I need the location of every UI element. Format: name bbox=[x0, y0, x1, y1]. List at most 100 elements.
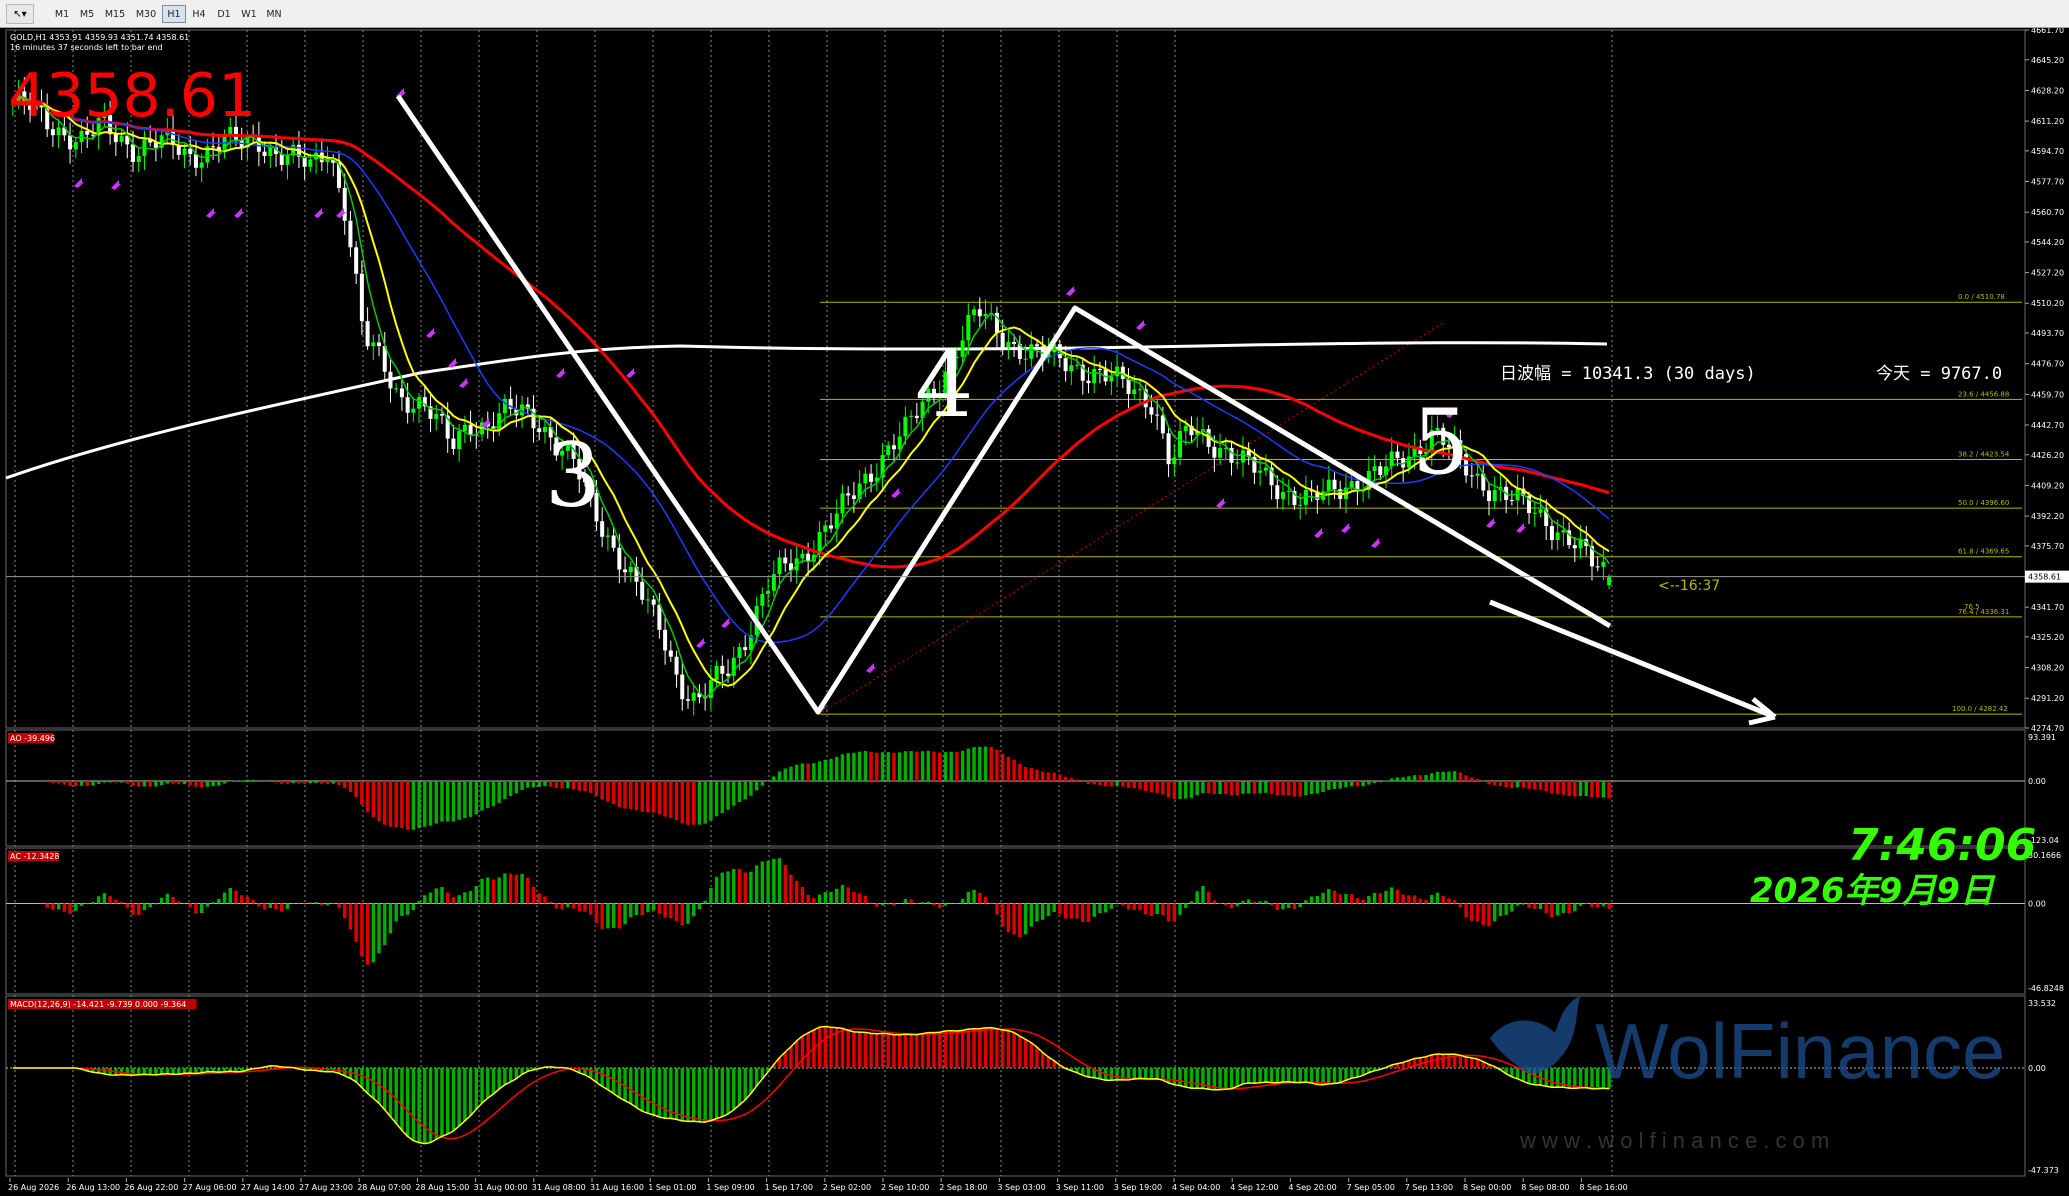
y-tick-label: 4274.70 bbox=[2031, 724, 2064, 733]
candle-body bbox=[685, 699, 690, 701]
candle-body bbox=[1160, 415, 1165, 434]
y-tick-label: 4577.70 bbox=[2031, 178, 2064, 187]
y-tick-label: 4442.70 bbox=[2031, 421, 2064, 430]
candle-body bbox=[434, 414, 439, 419]
candle-body bbox=[1034, 344, 1039, 347]
candle-body bbox=[348, 220, 353, 248]
candle-body bbox=[668, 650, 673, 657]
y-tick-label: 4544.20 bbox=[2031, 238, 2064, 247]
timeframe-h1-button[interactable]: H1 bbox=[162, 5, 186, 23]
fib-level-label: 50.0 / 4396.60 bbox=[1958, 499, 2009, 507]
candle-body bbox=[1607, 576, 1612, 586]
candle-body bbox=[1218, 448, 1223, 458]
fib-level-label: 38.2 / 4423.54 bbox=[1958, 451, 2010, 459]
price-chart[interactable]: 4661.70 4645.20 4628.20 4611.20 4594.70 4577.… bbox=[0, 28, 2069, 1196]
candle-body bbox=[199, 162, 204, 168]
price-tag-label: 4358.61 bbox=[2028, 573, 2061, 582]
y-tick-label: 4325.20 bbox=[2031, 633, 2064, 642]
candle-body bbox=[1298, 504, 1303, 506]
candle-body bbox=[1395, 451, 1400, 458]
x-tick-label: 31 Aug 00:00 bbox=[474, 1183, 528, 1192]
candle-body bbox=[657, 604, 662, 630]
candle-body bbox=[1538, 509, 1543, 513]
timeframe-w1-button[interactable]: W1 bbox=[237, 5, 261, 23]
candle-body bbox=[645, 599, 650, 601]
x-tick-label: 8 Sep 16:00 bbox=[1579, 1183, 1627, 1192]
watermark-url: w w w . w o l f i n a n c e . c o m bbox=[1519, 1128, 1829, 1153]
candle-body bbox=[651, 599, 656, 605]
candle-body bbox=[1183, 425, 1188, 432]
timeframe-m1-button[interactable]: M1 bbox=[50, 5, 74, 23]
candle-body bbox=[1492, 490, 1497, 501]
clock-date: 2026年9月9日 bbox=[1750, 871, 1996, 911]
fib-level-label: 61.8 / 4369.65 bbox=[1958, 548, 2009, 556]
timeframe-m5-button[interactable]: M5 bbox=[75, 5, 99, 23]
candle-body bbox=[617, 547, 622, 570]
timeframe-m15-button[interactable]: M15 bbox=[100, 5, 130, 23]
wave-label-4: 4 bbox=[915, 331, 974, 438]
big-price-display: 4358.61 bbox=[8, 61, 256, 131]
candle-body bbox=[1115, 366, 1120, 377]
cursor-tool-button[interactable]: ↖▾ bbox=[6, 4, 34, 24]
y-tick-label: 4426.20 bbox=[2031, 451, 2064, 460]
timeframe-mn-button[interactable]: MN bbox=[262, 5, 286, 23]
y-tick-label: 4611.20 bbox=[2031, 117, 2064, 126]
candle-body bbox=[1372, 466, 1377, 472]
candle-body bbox=[279, 154, 284, 165]
candle-body bbox=[1601, 561, 1606, 567]
candle-body bbox=[640, 581, 645, 600]
y-tick-label: 4527.20 bbox=[2031, 269, 2064, 278]
y-tick-label: 4375.70 bbox=[2031, 542, 2064, 551]
timeframe-h4-button[interactable]: H4 bbox=[187, 5, 211, 23]
candle-body bbox=[119, 135, 124, 143]
x-tick-label: 4 Sep 12:00 bbox=[1230, 1183, 1278, 1192]
candle-body bbox=[1281, 491, 1286, 500]
candle-body bbox=[1263, 467, 1268, 471]
candle-body bbox=[462, 424, 467, 432]
timeframe-m30-button[interactable]: M30 bbox=[131, 5, 161, 23]
y-tick-label: 4291.20 bbox=[2031, 694, 2064, 703]
y-tick-label: 4645.20 bbox=[2031, 56, 2064, 65]
y-tick-label: 4661.70 bbox=[2031, 28, 2064, 35]
candle-body bbox=[720, 665, 725, 674]
bar-countdown: <--16:37 bbox=[1658, 578, 1720, 594]
x-tick-label: 31 Aug 16:00 bbox=[590, 1183, 644, 1192]
bar-timer-info: 16 minutes 37 seconds left to bar end bbox=[10, 43, 163, 52]
candle-body bbox=[365, 321, 370, 347]
x-tick-label: 27 Aug 06:00 bbox=[183, 1183, 237, 1192]
candle-body bbox=[394, 388, 399, 390]
x-tick-label: 28 Aug 07:00 bbox=[357, 1183, 411, 1192]
candle-body bbox=[377, 342, 382, 347]
candle-body bbox=[68, 135, 73, 150]
y-axis: 4661.70 4645.20 4628.20 4611.20 4594.70 4577.… bbox=[2025, 28, 2064, 733]
candle-body bbox=[193, 154, 198, 168]
candle-body bbox=[1012, 341, 1017, 344]
candle-body bbox=[1149, 407, 1154, 415]
candle-body bbox=[1275, 485, 1280, 500]
x-tick-label: 26 Aug 13:00 bbox=[66, 1183, 120, 1192]
candle-body bbox=[1126, 378, 1131, 395]
x-tick-label: 2 Sep 10:00 bbox=[881, 1183, 929, 1192]
candle-body bbox=[1532, 512, 1537, 514]
timeframe-d1-button[interactable]: D1 bbox=[212, 5, 236, 23]
candle-body bbox=[1378, 466, 1383, 476]
candle-body bbox=[1132, 389, 1137, 395]
candle-body bbox=[1172, 457, 1177, 465]
x-tick-label: 7 Sep 05:00 bbox=[1347, 1183, 1395, 1192]
candle-body bbox=[1235, 462, 1240, 464]
candle-body bbox=[663, 629, 668, 651]
candle-body bbox=[211, 146, 216, 148]
ao-label: AO -39.496 bbox=[10, 734, 55, 743]
candle-body bbox=[909, 415, 914, 417]
candle-body bbox=[1092, 368, 1097, 384]
candle-body bbox=[1258, 470, 1263, 473]
x-tick-label: 27 Aug 14:00 bbox=[241, 1183, 295, 1192]
candle-body bbox=[983, 314, 988, 317]
candle-body bbox=[1069, 365, 1074, 372]
candle-body bbox=[1332, 479, 1337, 490]
candle-body bbox=[863, 473, 868, 484]
candle-body bbox=[1086, 380, 1091, 384]
candle-body bbox=[1109, 376, 1114, 382]
candle-body bbox=[1549, 525, 1554, 540]
y-tick-label: 4459.70 bbox=[2031, 390, 2064, 399]
